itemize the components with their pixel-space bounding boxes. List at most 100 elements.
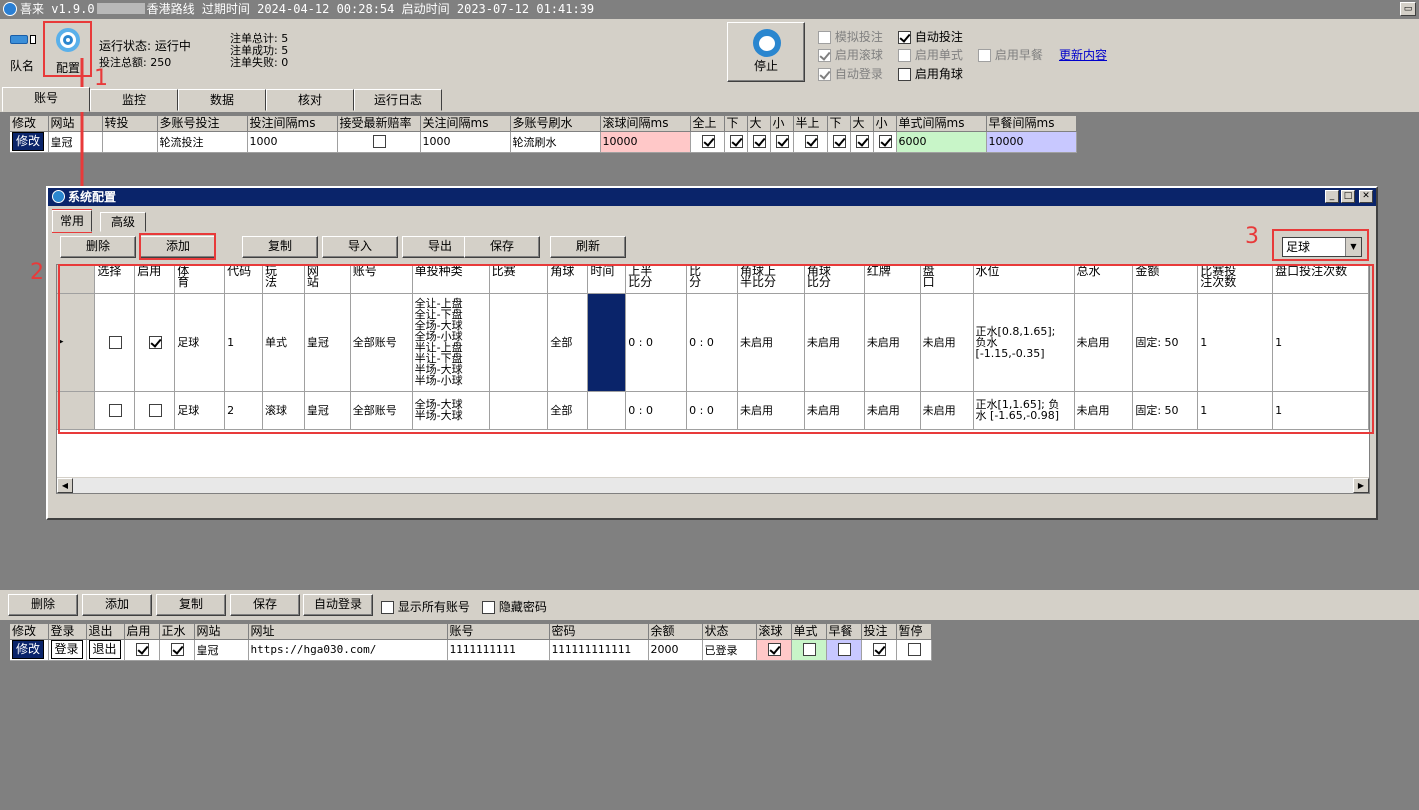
enable-rolling-checkbox[interactable] [818, 49, 831, 62]
dialog-delete-button[interactable]: 删除 [60, 236, 136, 258]
positive-water-checkbox[interactable] [171, 643, 184, 657]
enable-single-option[interactable]: 启用单式 [898, 46, 963, 63]
cell-early-interval[interactable]: 10000 [986, 131, 1077, 153]
early-checkbox[interactable] [838, 643, 851, 657]
cell-password[interactable]: 111111111111 [549, 639, 649, 661]
cell-rolling-interval[interactable]: 10000 [600, 131, 691, 153]
annotation-number-3: 3 [1245, 224, 1259, 249]
rolling-checkbox[interactable] [768, 643, 781, 657]
enable-corner-option[interactable]: 启用角球 [898, 65, 963, 82]
hide-pwd-checkbox[interactable] [482, 601, 495, 614]
cell-watch-interval[interactable]: 1000 [420, 131, 511, 153]
stats-block: 注单总计: 5 注单成功: 5 注单失败: 0 [230, 33, 288, 69]
dialog-import-button[interactable]: 导入 [322, 236, 398, 258]
auto-login-option[interactable]: 自动登录 [818, 65, 883, 82]
tab-run-log[interactable]: 运行日志 [354, 89, 442, 111]
account-grid: 修改 网站 转投 多账号投注 投注间隔ms 接受最新赔率 关注间隔ms 多账号刷… [10, 116, 1077, 153]
minimize-icon[interactable]: _ [1325, 190, 1339, 203]
login-edit-button[interactable]: 修改 [12, 640, 45, 659]
cell-site[interactable]: 皇冠 [194, 639, 249, 661]
annotation-number-2: 2 [30, 260, 44, 285]
full-small-checkbox[interactable] [776, 135, 789, 149]
account-copy-button[interactable]: 复制 [156, 594, 226, 616]
account-delete-button[interactable]: 删除 [8, 594, 78, 616]
cell-single-interval[interactable]: 6000 [896, 131, 987, 153]
scroll-left-icon[interactable]: ◀ [57, 478, 73, 493]
restore-window-button[interactable]: ▭ [1400, 2, 1416, 16]
full-big-checkbox[interactable] [753, 135, 766, 149]
show-all-option[interactable]: 显示所有账号 [381, 598, 470, 615]
show-all-checkbox[interactable] [381, 601, 394, 614]
col-enable: 启用 [124, 624, 160, 640]
update-link[interactable]: 更新内容 [1059, 46, 1107, 63]
auto-bet-label: 自动投注 [914, 30, 963, 44]
cell-balance[interactable]: 2000 [648, 639, 703, 661]
tab-account[interactable]: 账号 [2, 87, 90, 112]
col-bet: 投注 [861, 624, 897, 640]
close-icon[interactable]: ✕ [1359, 190, 1373, 203]
col-rolling: 滚球 [756, 624, 792, 640]
half-down-checkbox[interactable] [833, 135, 846, 149]
tab-check[interactable]: 核对 [266, 89, 354, 111]
accept-odds-checkbox[interactable] [373, 135, 386, 149]
full-up-checkbox[interactable] [701, 135, 715, 149]
horizontal-scrollbar[interactable]: ◀ ▶ [57, 477, 1369, 493]
simulate-checkbox[interactable] [818, 31, 831, 44]
col-single-interval: 单式间隔ms [896, 116, 987, 132]
app-name: 喜来 [20, 2, 45, 16]
dialog-copy-button[interactable]: 复制 [242, 236, 318, 258]
sport-select[interactable]: 足球 ▼ [1282, 237, 1362, 257]
app-version: v1.9.0 [51, 2, 95, 16]
maximize-icon[interactable]: □ [1341, 190, 1355, 203]
cell-account[interactable]: 1111111111 [447, 639, 550, 661]
dialog-tab-advanced[interactable]: 高级 [100, 212, 146, 232]
edit-button[interactable]: 修改 [12, 132, 45, 151]
stop-button[interactable]: 停止 [727, 22, 805, 82]
cell-multi-bet[interactable]: 轮流投注 [157, 131, 248, 153]
tab-data[interactable]: 数据 [178, 89, 266, 111]
lucky-cat-icon [753, 29, 781, 57]
team-icon[interactable] [10, 35, 38, 49]
chevron-down-icon[interactable]: ▼ [1345, 238, 1361, 256]
enable-checkbox[interactable] [136, 643, 149, 657]
auto-login-checkbox[interactable] [818, 68, 831, 81]
enable-rolling-option[interactable]: 启用滚球 [818, 46, 883, 63]
enable-corner-checkbox[interactable] [898, 68, 911, 81]
cell-url[interactable]: https://hga030.com/ [248, 639, 448, 661]
dialog-refresh-button[interactable]: 刷新 [550, 236, 626, 258]
col-half-big: 大 [850, 116, 874, 132]
dialog-tab-common[interactable]: 常用 [52, 210, 92, 232]
pause-checkbox[interactable] [908, 643, 921, 657]
single-checkbox[interactable] [803, 643, 816, 657]
login-button[interactable]: 登录 [50, 640, 83, 659]
enable-single-checkbox[interactable] [898, 49, 911, 62]
auto-bet-checkbox[interactable] [898, 31, 911, 44]
account-add-button[interactable]: 添加 [82, 594, 152, 616]
enable-early-checkbox[interactable] [978, 49, 991, 62]
cell-status[interactable]: 已登录 [702, 639, 757, 661]
expire-time: 2024-04-12 00:28:54 [257, 2, 395, 16]
auto-bet-option[interactable]: 自动投注 [898, 28, 963, 45]
main-tabs: 账号 监控 数据 核对 运行日志 [0, 87, 1419, 112]
logout-button[interactable]: 退出 [88, 640, 121, 659]
bet-checkbox[interactable] [873, 643, 886, 657]
run-status: 运行状态: 运行中 [99, 39, 191, 53]
scroll-right-icon[interactable]: ▶ [1353, 478, 1369, 493]
half-up-checkbox[interactable] [804, 135, 818, 149]
account-auto-login-button[interactable]: 自动登录 [303, 594, 373, 616]
half-small-checkbox[interactable] [879, 135, 892, 149]
cell-bet-interval[interactable]: 1000 [247, 131, 338, 153]
bottom-toolbar: 删除 添加 复制 保存 自动登录 显示所有账号 隐藏密码 [0, 590, 1419, 620]
hide-pwd-option[interactable]: 隐藏密码 [482, 598, 547, 615]
start-label: 启动时间 [401, 2, 450, 16]
col-status: 状态 [702, 624, 757, 640]
full-down-checkbox[interactable] [730, 135, 743, 149]
cell-multi-refresh[interactable]: 轮流刷水 [510, 131, 601, 153]
dialog-save-button[interactable]: 保存 [464, 236, 540, 258]
simulate-option[interactable]: 模拟投注 [818, 28, 883, 45]
account-save-button[interactable]: 保存 [230, 594, 300, 616]
col-half-small: 小 [873, 116, 897, 132]
enable-early-option[interactable]: 启用早餐 [978, 46, 1043, 63]
show-all-label: 显示所有账号 [397, 600, 470, 614]
half-big-checkbox[interactable] [856, 135, 869, 149]
